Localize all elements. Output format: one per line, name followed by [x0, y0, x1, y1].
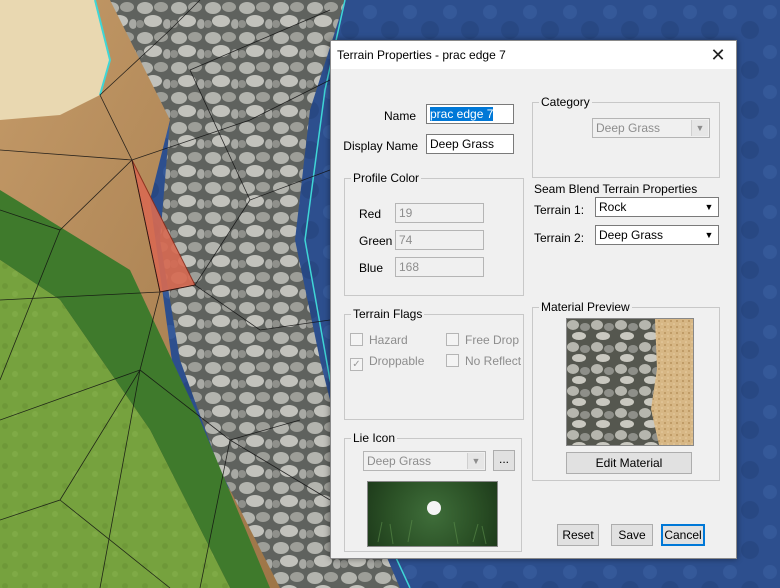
material-preview-image [566, 318, 694, 446]
blue-value: 168 [399, 260, 420, 274]
terrain2-value: Deep Grass [599, 228, 664, 242]
title-bar[interactable]: Terrain Properties - prac edge 7 ✕ [331, 41, 736, 69]
lie-icon-label: Lie Icon [351, 431, 398, 445]
red-input[interactable]: 19 [395, 203, 484, 223]
hazard-label: Hazard [369, 333, 408, 347]
save-button[interactable]: Save [611, 524, 653, 546]
name-value: prac edge 7 [430, 107, 494, 121]
terrain1-select[interactable]: Rock ▼ [595, 197, 719, 217]
dialog-title: Terrain Properties - prac edge 7 [337, 48, 506, 62]
material-preview-group: Material Preview Edit Material [532, 300, 720, 481]
golf-ball-icon [427, 501, 441, 515]
no-reflect-label: No Reflect [465, 354, 522, 368]
checkmark-icon: ✓ [350, 358, 363, 371]
lie-icon-preview [367, 481, 498, 547]
reset-button[interactable]: Reset [557, 524, 599, 546]
lie-icon-group: Lie Icon Deep Grass ▼ ... [344, 431, 522, 552]
hazard-checkbox[interactable]: Hazard [350, 333, 408, 347]
green-value: 74 [399, 233, 413, 247]
chevron-down-icon: ▼ [704, 230, 714, 240]
red-label: Red [359, 207, 382, 221]
droppable-label: Droppable [369, 354, 425, 368]
free-drop-checkbox-box [446, 333, 459, 346]
green-input[interactable]: 74 [395, 230, 484, 250]
close-icon[interactable]: ✕ [700, 41, 736, 69]
category-label: Category [539, 95, 592, 109]
droppable-checkbox[interactable]: ✓ Droppable [350, 354, 424, 371]
blue-input[interactable]: 168 [395, 257, 484, 277]
display-name-value: Deep Grass [430, 137, 495, 151]
display-name-label: Display Name [343, 139, 418, 153]
green-label: Green [359, 234, 393, 248]
free-drop-checkbox[interactable]: Free Drop [446, 333, 519, 347]
lie-icon-browse-button[interactable]: ... [493, 450, 515, 471]
blue-label: Blue [359, 261, 384, 275]
lie-icon-value: Deep Grass [367, 454, 432, 468]
seam-blend-label: Seam Blend Terrain Properties [534, 182, 698, 196]
profile-color-group: Profile Color Red 19 Green 74 Blue 168 [344, 171, 524, 296]
name-input[interactable]: prac edge 7 [426, 104, 514, 124]
category-select[interactable]: Deep Grass ▼ [592, 118, 710, 138]
red-value: 19 [399, 206, 413, 220]
terrain-properties-dialog: Terrain Properties - prac edge 7 ✕ Name … [330, 40, 737, 559]
edit-material-button[interactable]: Edit Material [566, 452, 692, 474]
profile-color-label: Profile Color [351, 171, 422, 185]
hazard-checkbox-box [350, 333, 363, 346]
no-reflect-checkbox-box [446, 354, 459, 367]
lie-icon-select[interactable]: Deep Grass ▼ [363, 451, 486, 471]
chevron-down-icon: ▼ [467, 453, 484, 469]
display-name-input[interactable]: Deep Grass [426, 134, 514, 154]
terrain-flags-group: Terrain Flags Hazard Free Drop ✓ Droppabl… [344, 307, 524, 420]
material-preview-label: Material Preview [539, 300, 632, 314]
category-group: Category Deep Grass ▼ [532, 95, 720, 178]
no-reflect-checkbox[interactable]: No Reflect [446, 354, 521, 368]
terrain-flags-label: Terrain Flags [351, 307, 425, 321]
terrain2-label: Terrain 2: [534, 231, 585, 245]
free-drop-label: Free Drop [465, 333, 520, 347]
terrain1-value: Rock [599, 200, 627, 214]
cancel-button[interactable]: Cancel [661, 524, 705, 546]
terrain2-select[interactable]: Deep Grass ▼ [595, 225, 719, 245]
terrain1-label: Terrain 1: [534, 203, 585, 217]
category-value: Deep Grass [596, 121, 661, 135]
name-label: Name [383, 109, 416, 123]
chevron-down-icon: ▼ [704, 202, 714, 212]
chevron-down-icon: ▼ [691, 120, 708, 136]
